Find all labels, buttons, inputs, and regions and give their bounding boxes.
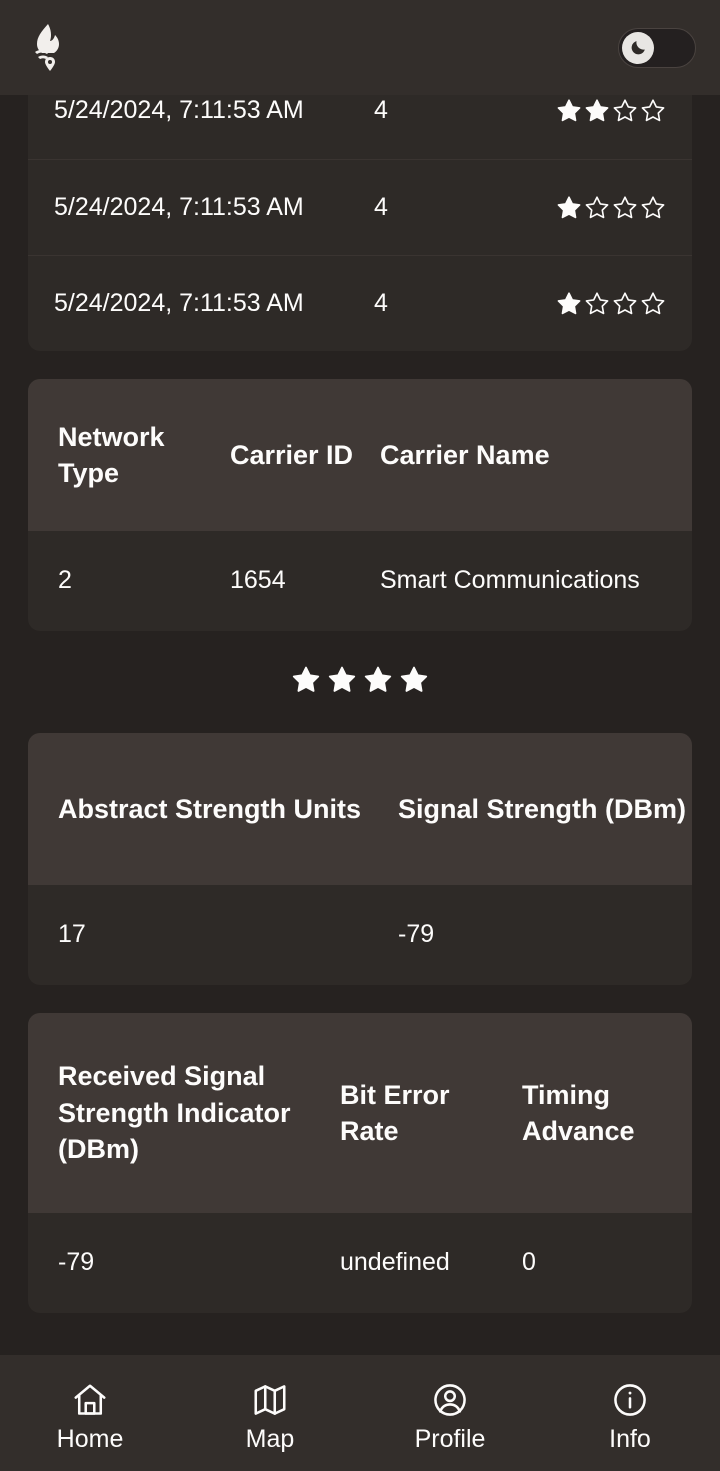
nav-item-profile[interactable]: Profile	[375, 1381, 525, 1452]
history-table-card: 5/24/2024, 7:11:53 AM 4 5/24/2024, 7:11:…	[28, 95, 692, 351]
cell-timing-advance: 0	[522, 1248, 536, 1277]
column-header-network-type: Network Type	[58, 421, 165, 488]
moon-icon	[631, 41, 645, 55]
star-outline-icon	[584, 291, 610, 317]
star-filled-icon	[556, 98, 582, 124]
nav-label-map: Map	[245, 1424, 295, 1453]
star-outline-icon	[612, 291, 638, 317]
column-header-bit-error-rate: Bit Error Rate	[340, 1079, 450, 1146]
scroll-content[interactable]: 5/24/2024, 7:11:53 AM 4 5/24/2024, 7:11:…	[0, 95, 720, 1355]
history-rating	[550, 98, 692, 124]
cell-network-type: 2	[58, 566, 72, 595]
history-rating	[550, 195, 692, 221]
table-row[interactable]: 5/24/2024, 7:11:53 AM 4	[28, 159, 692, 255]
nav-item-map[interactable]: Map	[195, 1381, 345, 1452]
cell-signal-dbm: -79	[398, 920, 435, 949]
star-filled-icon	[556, 291, 582, 317]
app-logo	[26, 23, 70, 73]
column-header-rssi: Received Signal Strength Indicator (DBm)	[58, 1061, 291, 1165]
nav-label-info: Info	[609, 1424, 651, 1453]
app-root: 5/24/2024, 7:11:53 AM 4 5/24/2024, 7:11:…	[0, 0, 720, 1471]
cell-bit-error-rate: undefined	[340, 1248, 450, 1277]
cell-carrier-name: Smart Communications	[380, 566, 640, 595]
cell-carrier-id: 1654	[230, 566, 286, 595]
table-row[interactable]: 2 1654 Smart Communications	[28, 531, 692, 631]
history-timestamp: 5/24/2024, 7:11:53 AM	[54, 192, 304, 221]
star-outline-icon	[612, 195, 638, 221]
app-header	[0, 0, 720, 95]
column-header-timing-advance: Timing Advance	[522, 1079, 635, 1146]
star-outline-icon	[640, 98, 666, 124]
table-row[interactable]: 5/24/2024, 7:11:53 AM 4	[28, 255, 692, 351]
star-filled-icon	[327, 665, 357, 695]
star-outline-icon	[584, 195, 610, 221]
dark-mode-toggle[interactable]	[618, 27, 696, 68]
star-filled-icon	[291, 665, 321, 695]
info-circle-icon	[614, 1383, 646, 1416]
star-filled-icon	[556, 195, 582, 221]
column-header-signal-strength-dbm: Signal Strength (DBm)	[398, 793, 686, 824]
table-header-row: Abstract Strength Units Signal Strength …	[28, 733, 692, 885]
table-row[interactable]: -79 undefined 0	[28, 1213, 692, 1313]
strength-table-body: 17 -79	[28, 885, 692, 985]
carrier-table-body: 2 1654 Smart Communications	[28, 531, 692, 631]
column-header-abstract-strength-units: Abstract Strength Units	[58, 793, 362, 824]
star-outline-icon	[640, 291, 666, 317]
cell-abstract-units: 17	[58, 920, 86, 949]
flame-wifi-location-icon	[35, 23, 59, 71]
history-value: 4	[374, 288, 388, 317]
history-value: 4	[374, 96, 388, 125]
column-header-carrier-name: Carrier Name	[380, 439, 550, 470]
toggle-knob	[622, 31, 654, 64]
home-icon	[74, 1383, 106, 1415]
history-timestamp: 5/24/2024, 7:11:53 AM	[54, 96, 304, 125]
history-value: 4	[374, 192, 388, 221]
cell-rssi: -79	[58, 1248, 95, 1277]
nav-item-info[interactable]: Info	[555, 1381, 705, 1452]
strength-table-card: Abstract Strength Units Signal Strength …	[28, 733, 692, 985]
star-filled-icon	[399, 665, 429, 695]
user-circle-icon	[434, 1383, 466, 1416]
carrier-table-card: Network Type Carrier ID Carrier Name 2 1…	[28, 379, 692, 631]
nav-label-profile: Profile	[414, 1424, 486, 1453]
nav-item-home[interactable]: Home	[15, 1381, 165, 1452]
rssi-table-body: -79 undefined 0	[28, 1213, 692, 1313]
star-filled-icon	[584, 98, 610, 124]
carrier-table-header: Network Type Carrier ID Carrier Name	[28, 379, 692, 531]
column-header-carrier-id: Carrier ID	[230, 439, 354, 470]
table-row[interactable]: 5/24/2024, 7:11:53 AM 4	[28, 95, 692, 159]
signal-rating	[28, 659, 692, 709]
rssi-table-card: Received Signal Strength Indicator (DBm)…	[28, 1013, 692, 1313]
star-outline-icon	[612, 98, 638, 124]
history-timestamp: 5/24/2024, 7:11:53 AM	[54, 288, 304, 317]
map-icon	[254, 1384, 286, 1415]
table-header-row: Network Type Carrier ID Carrier Name	[28, 379, 692, 531]
history-table-body: 5/24/2024, 7:11:53 AM 4 5/24/2024, 7:11:…	[28, 95, 692, 351]
history-rating	[550, 291, 692, 317]
table-header-row: Received Signal Strength Indicator (DBm)…	[28, 1013, 692, 1213]
strength-table-header: Abstract Strength Units Signal Strength …	[28, 733, 692, 885]
star-filled-icon	[363, 665, 393, 695]
star-outline-icon	[640, 195, 666, 221]
nav-label-home: Home	[56, 1424, 124, 1453]
bottom-navigation: Home Map Profile Info	[0, 1355, 720, 1471]
table-row[interactable]: 17 -79	[28, 885, 692, 985]
rssi-table-header: Received Signal Strength Indicator (DBm)…	[28, 1013, 692, 1213]
